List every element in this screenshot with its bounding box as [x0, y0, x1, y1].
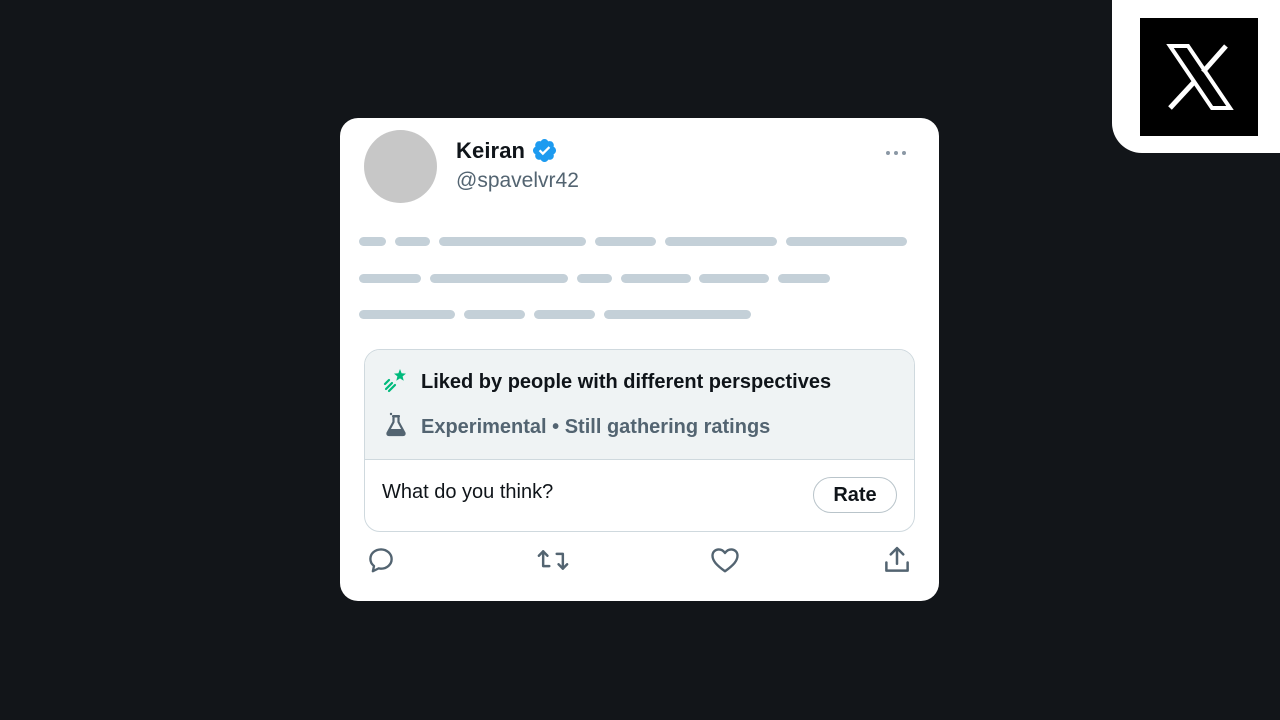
sparkle-stars-icon — [383, 367, 409, 398]
text-placeholder-bar — [699, 274, 769, 283]
text-placeholder-bar — [359, 237, 386, 246]
text-placeholder-bar — [577, 274, 612, 283]
author-name-row: Keiran — [456, 137, 558, 164]
note-title-row: Liked by people with different perspecti… — [383, 367, 831, 398]
note-status-row: Experimental • Still gathering ratings — [383, 412, 770, 443]
beaker-icon — [383, 412, 409, 443]
text-placeholder-bar — [621, 274, 691, 283]
retweet-icon[interactable] — [537, 545, 569, 575]
share-icon[interactable] — [881, 545, 913, 575]
text-placeholder-bar — [786, 237, 907, 246]
author-display-name[interactable]: Keiran — [456, 138, 525, 164]
text-placeholder-bar — [359, 310, 455, 319]
community-note-header: Liked by people with different perspecti… — [365, 350, 914, 460]
avatar[interactable] — [364, 130, 437, 203]
text-placeholder-bar — [665, 237, 777, 246]
rating-prompt: What do you think? — [382, 481, 554, 503]
rate-button[interactable]: Rate — [813, 477, 897, 513]
more-dots-icon[interactable] — [885, 144, 907, 155]
text-placeholder-bar — [430, 274, 568, 283]
tweet-card: Keiran @spavelvr42 Liked by people with … — [340, 118, 939, 601]
reply-icon[interactable] — [365, 545, 397, 575]
stage: Keiran @spavelvr42 Liked by people with … — [0, 0, 1280, 720]
community-note-rating: What do you think? Rate — [365, 460, 914, 531]
text-placeholder-bar — [595, 237, 656, 246]
note-status: Experimental • Still gathering ratings — [421, 416, 771, 438]
heart-icon[interactable] — [709, 545, 741, 575]
text-placeholder-bar — [439, 237, 586, 246]
community-note: Liked by people with different perspecti… — [364, 349, 915, 532]
text-placeholder-bar — [534, 310, 595, 319]
text-placeholder-bar — [359, 274, 421, 283]
text-placeholder-bar — [464, 310, 525, 319]
text-placeholder-bar — [395, 237, 430, 246]
note-title: Liked by people with different perspecti… — [421, 371, 832, 393]
text-placeholder-bar — [604, 310, 751, 319]
text-placeholder-bar — [778, 274, 830, 283]
logo-corner — [1112, 0, 1280, 153]
author-handle[interactable]: @spavelvr42 — [456, 169, 579, 193]
x-logo-icon — [1140, 18, 1258, 136]
verified-badge-icon — [531, 137, 558, 164]
